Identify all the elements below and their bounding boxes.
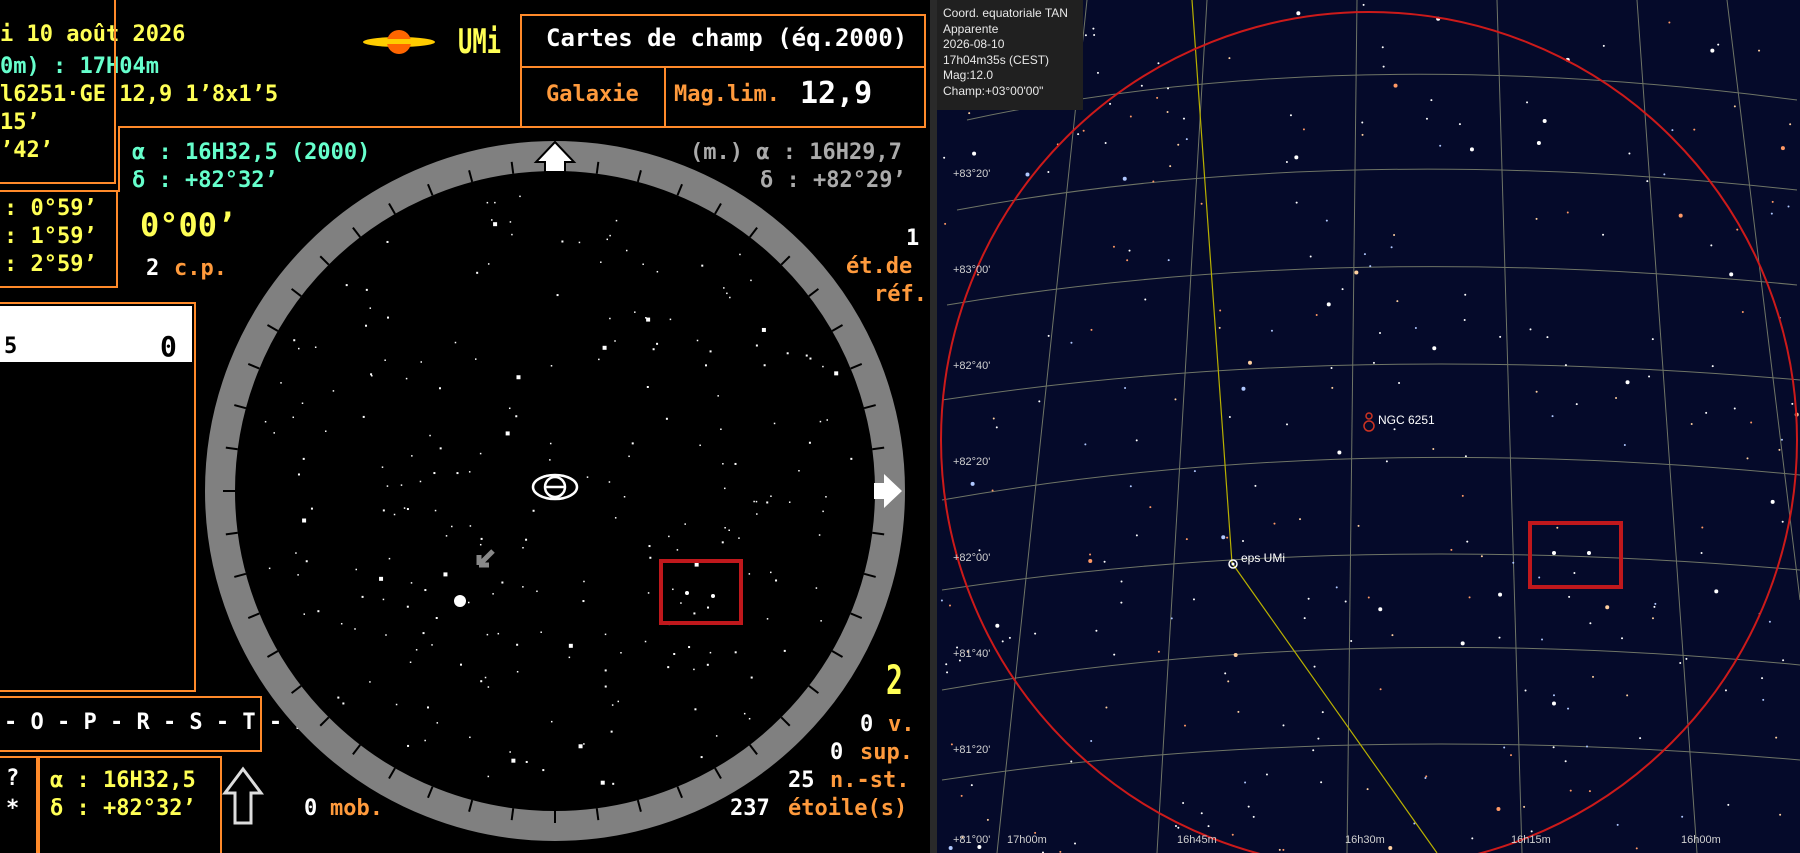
info-line-4: 17h04m35s (CEST) xyxy=(943,52,1050,67)
dec-label: +81°40' xyxy=(953,648,991,660)
field-size-2[interactable]: : 1°59’ xyxy=(4,224,97,249)
header-frame xyxy=(0,0,116,184)
star-mark[interactable]: * xyxy=(6,796,19,821)
ra-label: 16h30m xyxy=(1345,834,1385,846)
field-size-1[interactable]: : 0°59’ xyxy=(4,196,97,221)
left-chart-panel: i 10 août 2026 0m) : 17H04m l6251·GE 12,… xyxy=(0,0,930,853)
panel-divider xyxy=(930,0,937,853)
alpha-bottom: α : 16H32,5 xyxy=(50,768,196,793)
maglim-divider xyxy=(664,68,666,126)
list-selected-row[interactable]: 5 0 xyxy=(0,306,192,363)
constellation-label: UMi xyxy=(458,22,501,62)
dec-label: +82°40' xyxy=(953,360,991,372)
finder-chart[interactable] xyxy=(200,136,910,846)
ngc-marker-a xyxy=(1365,412,1373,420)
coord-grid xyxy=(941,0,1800,853)
list-right-value: 0 xyxy=(160,330,177,363)
info-line-6: Champ:+03°00'00" xyxy=(943,83,1044,98)
info-box: Coord. equatoriale TAN Apparente 2026-08… xyxy=(937,0,1083,110)
dec-label: +83°00' xyxy=(953,264,991,276)
bright-star xyxy=(454,595,466,607)
dec-label: +81°20' xyxy=(953,744,991,756)
ra-label: 16h15m xyxy=(1511,834,1551,846)
question-mark[interactable]: ? xyxy=(6,766,19,791)
saturn-icon xyxy=(363,30,435,54)
ra-label: 16h00m xyxy=(1681,834,1721,846)
dec-label: +82°20' xyxy=(953,456,991,468)
maglim-label: Mag.lim. xyxy=(674,82,780,107)
cp-count: 2 xyxy=(146,256,160,281)
ra-label: 17h00m xyxy=(1007,834,1047,846)
field-size-3[interactable]: : 2°59’ xyxy=(4,252,97,277)
field-circle xyxy=(940,11,1798,853)
right-chart-panel: Coord. equatoriale TAN Apparente 2026-08… xyxy=(937,0,1800,853)
info-line-3: 2026-08-10 xyxy=(943,37,1005,51)
maglim-value: 12,9 xyxy=(800,76,873,111)
dec-label: +82°00' xyxy=(953,552,991,564)
dec-label: +83°20' xyxy=(953,168,991,180)
info-line-5: Mag:12.0 xyxy=(943,68,994,82)
sky-chart[interactable] xyxy=(937,0,1800,853)
ngc-marker-b xyxy=(1363,420,1375,432)
list-left-value: 5 xyxy=(4,334,18,359)
ra-label: 16h45m xyxy=(1177,834,1217,846)
delta-bottom: δ : +82°32’ xyxy=(50,796,196,821)
info-line-1: Coord. equatoriale TAN xyxy=(943,6,1068,20)
object-type: Galaxie xyxy=(546,82,639,107)
info-line-2: Apparente xyxy=(943,21,999,36)
dec-label: +81°00' xyxy=(953,834,991,846)
chart-title: Cartes de champ (éq.2000) xyxy=(546,24,908,52)
eps-umi-label: eps UMi xyxy=(1241,551,1286,565)
sky-stars xyxy=(940,3,1799,853)
ngc-label: NGC 6251 xyxy=(1378,413,1435,427)
